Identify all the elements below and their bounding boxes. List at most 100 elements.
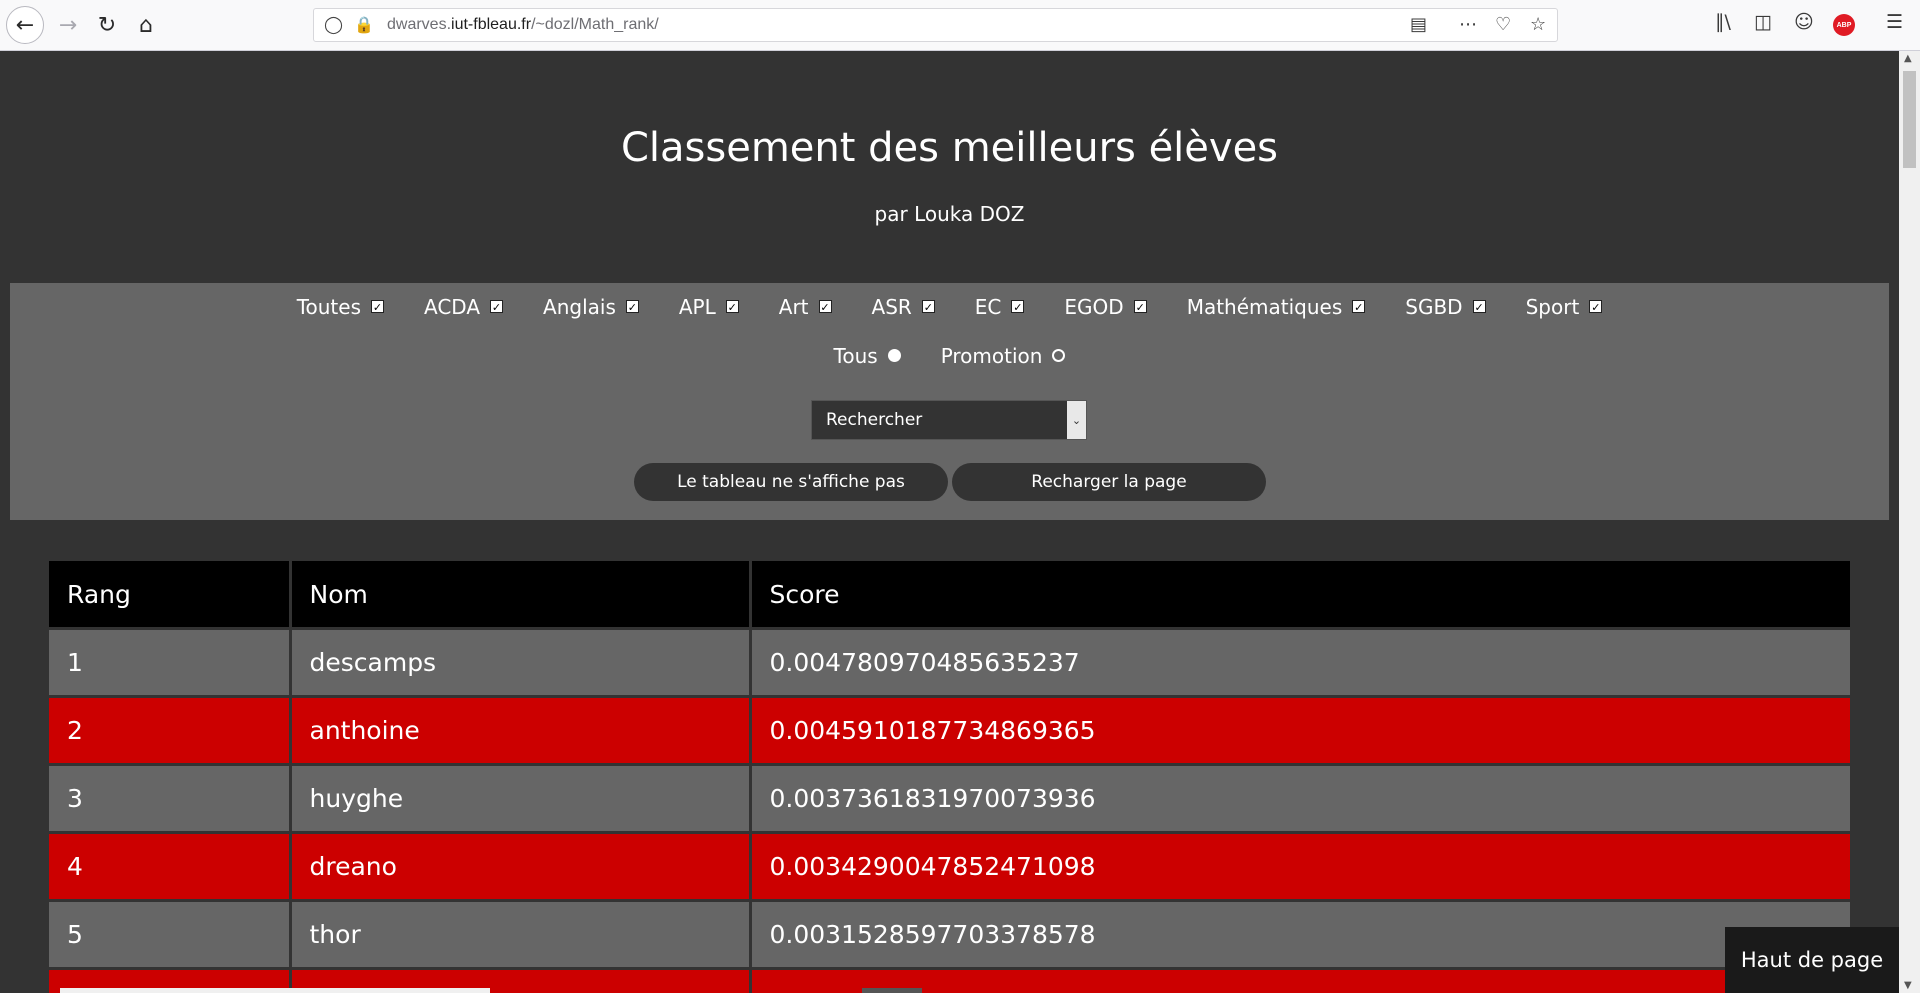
back-to-top-button[interactable]: Haut de page [1725,927,1899,993]
rank-cell: 2 [49,696,292,766]
checkbox[interactable]: ✓ [1352,299,1366,314]
home-icon[interactable]: ⌂ [127,6,165,44]
filter-label: ASR [871,295,912,319]
rank-cell: 5 [49,900,292,970]
reader-view-icon[interactable]: ▤ [1410,14,1427,35]
name-cell: thor [290,900,752,970]
horizontal-scrollbar[interactable] [60,988,490,993]
rank-cell: 4 [49,832,292,902]
checkbox[interactable]: ✓ [371,299,384,314]
checkbox[interactable]: ✓ [818,299,832,314]
filter-apl[interactable]: APL ✓ [679,295,739,319]
filter-label: Toutes [296,295,361,319]
score-cell: 0.0045910187734869365 [750,696,1850,766]
url-text[interactable]: dwarves.iut-fbleau.fr/~dozl/Math_rank/ [387,16,659,34]
filter-label: EGOD [1064,295,1124,319]
filter-anglais[interactable]: Anglais ✓ [543,295,639,319]
forward-arrow-icon[interactable]: → [49,6,87,44]
name-cell: descamps [290,628,752,698]
checkbox[interactable]: ✓ [1589,299,1603,314]
filter-ec[interactable]: EC ✓ [975,295,1025,319]
table-row: 3 huyghe 0.0037361831970073936 [49,764,1850,834]
name-cell: huyghe [290,764,752,834]
checkbox[interactable]: ✓ [1472,299,1486,314]
radio-button[interactable] [887,348,901,362]
filter-panel: Toutes ✓ ACDA ✓ Anglais ✓ APL ✓ Art ✓ ASR ✓ EC… [10,283,1889,520]
table-missing-button[interactable]: Le tableau ne s'affiche pas [634,463,948,501]
filter-toutes[interactable]: Toutes ✓ [297,295,384,319]
checkbox[interactable]: ✓ [625,299,639,314]
page-subtitle: par Louka DOZ [874,202,1025,226]
checkbox[interactable]: ✓ [725,299,739,314]
search-select[interactable]: Rechercher ⌄ [811,400,1087,440]
vertical-scrollbar[interactable]: ▲ ▼ [1899,51,1920,993]
rank-cell: 3 [49,764,292,834]
table-row: 2 anthoine 0.0045910187734869365 [49,696,1850,766]
radio-button[interactable] [1052,348,1066,362]
checkbox[interactable]: ✓ [490,299,504,314]
search-select-value: Rechercher [826,410,923,430]
name-cell: anthoine [290,696,752,766]
table-header-row: Rang Nom Score [49,561,1850,630]
scope-filters: Tous Promotion [10,344,1889,368]
filter-sport[interactable]: Sport ✓ [1526,295,1603,319]
filter-label: ACDA [424,295,481,319]
ranking-table: Rang Nom Score 1 descamps 0.004780970485… [49,561,1850,993]
page-title: Classement des meilleurs élèves [620,125,1279,171]
shield-icon[interactable]: ◯ [324,15,343,35]
radio-promotion[interactable]: Promotion [941,344,1066,368]
radio-label: Promotion [940,344,1043,368]
scroll-up-icon[interactable]: ▲ [1904,53,1912,64]
filter-acda[interactable]: ACDA ✓ [424,295,504,319]
account-icon[interactable]: ☺ [1794,11,1814,33]
checkbox[interactable]: ✓ [921,299,935,314]
menu-icon[interactable]: ☰ [1886,11,1903,33]
filter-art[interactable]: Art ✓ [779,295,832,319]
filter-label: Anglais [543,295,616,319]
reload-icon[interactable]: ↻ [88,6,126,44]
score-cell: 0.0031528597703378578 [750,900,1850,970]
back-arrow-icon[interactable]: ← [6,6,44,44]
column-header-nom[interactable]: Nom [290,561,752,630]
library-icon[interactable]: ∥\ [1715,11,1731,33]
filter-label: Sport [1525,295,1580,319]
score-cell: 0.0037361831970073936 [750,764,1850,834]
sidebar-icon[interactable]: ◫ [1754,11,1772,33]
horizontal-scrollbar-thumb[interactable] [862,988,922,993]
reload-page-button[interactable]: Recharger la page [952,463,1266,501]
table-row: 4 dreano 0.0034290047852471098 [49,832,1850,902]
table-row: 5 thor 0.0031528597703378578 [49,900,1850,970]
adblock-icon[interactable]: ABP [1833,14,1855,36]
bookmark-star-icon[interactable]: ☆ [1530,14,1546,35]
radio-label: Tous [833,344,878,368]
url-bar[interactable]: ◯ 🔒 dwarves.iut-fbleau.fr/~dozl/Math_ran… [313,8,1558,42]
score-cell: 0.0034290047852471098 [750,832,1850,902]
checkbox[interactable]: ✓ [1011,299,1025,314]
filter-sgbd[interactable]: SGBD ✓ [1405,295,1486,319]
column-header-rang[interactable]: Rang [49,561,292,630]
more-icon[interactable]: ⋯ [1459,14,1477,35]
scrollbar-thumb[interactable] [1903,71,1916,168]
filter-mathematiques[interactable]: Mathématiques ✓ [1187,295,1366,319]
filter-label: APL [678,295,716,319]
name-cell: dreano [290,832,752,902]
scroll-down-icon[interactable]: ▼ [1904,980,1912,991]
filter-egod[interactable]: EGOD ✓ [1064,295,1147,319]
insecure-lock-icon[interactable]: 🔒 [354,15,374,34]
filter-asr[interactable]: ASR ✓ [872,295,935,319]
subject-filters: Toutes ✓ ACDA ✓ Anglais ✓ APL ✓ Art ✓ ASR ✓ EC… [10,295,1889,319]
checkbox[interactable]: ✓ [1133,299,1147,314]
pocket-icon[interactable]: ♡ [1495,14,1511,35]
page-content: Classement des meilleurs élèves par Louk… [0,51,1899,993]
filter-label: Mathématiques [1186,295,1343,319]
browser-toolbar: ← → ↻ ⌂ ◯ 🔒 dwarves.iut-fbleau.fr/~dozl/… [0,0,1920,51]
score-cell: 0.004780970485635237 [750,628,1850,698]
rank-cell: 1 [49,628,292,698]
table-row: 1 descamps 0.004780970485635237 [49,628,1850,698]
chevron-down-icon[interactable]: ⌄ [1067,401,1086,439]
radio-tous[interactable]: Tous [834,344,901,368]
filter-label: Art [778,295,809,319]
filter-label: SGBD [1405,295,1463,319]
column-header-score[interactable]: Score [750,561,1850,630]
filter-label: EC [974,295,1002,319]
